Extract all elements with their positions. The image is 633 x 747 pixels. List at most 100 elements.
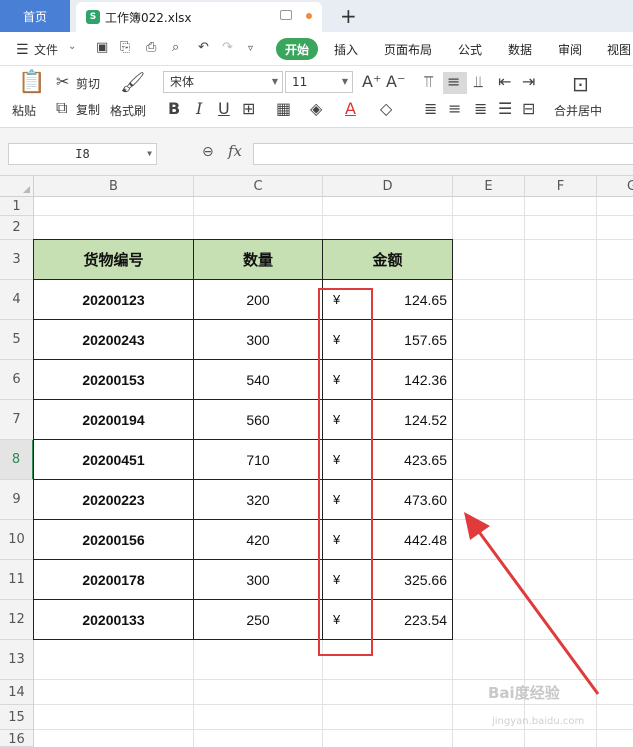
row-header-10[interactable]: 10 bbox=[0, 520, 34, 560]
column-header-d[interactable]: D bbox=[323, 176, 453, 197]
new-tab-plus-icon[interactable]: + bbox=[340, 4, 357, 28]
column-header-e[interactable]: E bbox=[453, 176, 525, 197]
align-left-icon[interactable]: ≣ bbox=[424, 99, 437, 118]
row-header-13[interactable]: 13 bbox=[0, 640, 34, 680]
cell-item-number[interactable]: 20200178 bbox=[34, 560, 194, 600]
cell-item-number[interactable]: 20200243 bbox=[34, 320, 194, 360]
increase-indent-icon[interactable]: ⇥ bbox=[522, 72, 535, 91]
row-header-9[interactable]: 9 bbox=[0, 480, 34, 520]
italic-icon[interactable]: I bbox=[196, 99, 202, 118]
row-header-6[interactable]: 6 bbox=[0, 360, 34, 400]
copy-icon[interactable]: ⧉ bbox=[56, 98, 67, 118]
font-size-select[interactable]: 11 ▼ bbox=[285, 71, 353, 93]
name-box[interactable]: I8 ▼ bbox=[8, 143, 157, 165]
align-center-icon[interactable]: ≡ bbox=[448, 99, 461, 118]
menu-data[interactable]: 数据 bbox=[508, 41, 532, 58]
column-header-f[interactable]: F bbox=[525, 176, 597, 197]
chevron-down-icon[interactable]: ⌄ bbox=[68, 41, 76, 52]
row-header-4[interactable]: 4 bbox=[0, 280, 34, 320]
spreadsheet-grid[interactable]: B C D E F G 1 2 3 4 5 6 7 8 9 10 11 12 1… bbox=[0, 176, 633, 747]
paste-icon[interactable]: 📋 bbox=[18, 70, 45, 95]
align-bottom-icon[interactable]: ⫫ bbox=[474, 72, 483, 92]
cell-quantity[interactable]: 300 bbox=[194, 320, 323, 360]
menu-formulas[interactable]: 公式 bbox=[458, 41, 482, 58]
customize-chevron-icon[interactable]: ▿ bbox=[248, 43, 253, 54]
decrease-font-icon[interactable]: A⁻ bbox=[386, 72, 405, 91]
menu-view[interactable]: 视图 bbox=[607, 41, 631, 58]
menu-insert[interactable]: 插入 bbox=[334, 41, 358, 58]
cell-quantity[interactable]: 420 bbox=[194, 520, 323, 560]
bold-icon[interactable]: B bbox=[168, 99, 180, 118]
fill-color-icon[interactable]: ◈ bbox=[310, 99, 322, 118]
align-right-icon[interactable]: ≣ bbox=[474, 99, 487, 118]
cell-quantity[interactable]: 560 bbox=[194, 400, 323, 440]
export-icon[interactable]: ⎘ bbox=[120, 40, 130, 55]
cell-item-number[interactable]: 20200194 bbox=[34, 400, 194, 440]
column-header-g[interactable]: G bbox=[597, 176, 633, 197]
font-name-select[interactable]: 宋体 ▼ bbox=[163, 71, 283, 93]
window-icon[interactable] bbox=[280, 10, 292, 20]
cell-item-number[interactable]: 20200451 bbox=[34, 440, 194, 480]
merge-center-icon[interactable]: ⊡ bbox=[572, 72, 589, 96]
format-painter-icon[interactable]: 🖌 bbox=[120, 70, 145, 94]
cell-item-number[interactable]: 20200223 bbox=[34, 480, 194, 520]
justify-icon[interactable]: ☰ bbox=[498, 99, 512, 118]
undo-icon[interactable]: ↶ bbox=[198, 40, 209, 55]
menu-start[interactable]: 开始 bbox=[276, 38, 318, 60]
distribute-icon[interactable]: ⊟ bbox=[522, 99, 535, 118]
row-header-12[interactable]: 12 bbox=[0, 600, 34, 640]
header-item-number[interactable]: 货物编号 bbox=[34, 240, 194, 280]
column-header-b[interactable]: B bbox=[34, 176, 194, 197]
decrease-indent-icon[interactable]: ⇤ bbox=[498, 72, 511, 91]
cell-quantity[interactable]: 320 bbox=[194, 480, 323, 520]
align-middle-icon[interactable]: ≡ bbox=[447, 72, 460, 91]
eraser-icon[interactable]: ◇ bbox=[380, 99, 392, 118]
hamburger-icon[interactable]: ☰ bbox=[16, 42, 29, 58]
cell-item-number[interactable]: 20200123 bbox=[34, 280, 194, 320]
header-amount[interactable]: 金额 bbox=[323, 240, 453, 280]
border-icon[interactable]: ⊞ bbox=[242, 99, 255, 118]
merge-center-button[interactable]: 合并居中 bbox=[554, 102, 602, 119]
row-header-2[interactable]: 2 bbox=[0, 216, 34, 240]
cell-quantity[interactable]: 540 bbox=[194, 360, 323, 400]
cell-quantity[interactable]: 250 bbox=[194, 600, 323, 640]
row-header-1[interactable]: 1 bbox=[0, 197, 34, 216]
tab-home[interactable]: 首页 bbox=[0, 0, 70, 32]
increase-font-icon[interactable]: A⁺ bbox=[362, 72, 381, 91]
copy-button[interactable]: 复制 bbox=[76, 101, 100, 118]
align-top-icon[interactable]: ⫪ bbox=[424, 72, 433, 92]
column-header-c[interactable]: C bbox=[194, 176, 323, 197]
redo-icon[interactable]: ↷ bbox=[222, 40, 233, 55]
font-color-icon[interactable]: A bbox=[345, 99, 356, 118]
cell-quantity[interactable]: 710 bbox=[194, 440, 323, 480]
print-icon[interactable]: ⎙ bbox=[146, 40, 156, 55]
zoom-search-icon[interactable]: ⊖ bbox=[202, 144, 214, 160]
scissors-icon[interactable]: ✂ bbox=[56, 72, 69, 91]
row-header-11[interactable]: 11 bbox=[0, 560, 34, 600]
row-header-5[interactable]: 5 bbox=[0, 320, 34, 360]
cell-item-number[interactable]: 20200153 bbox=[34, 360, 194, 400]
cut-button[interactable]: 剪切 bbox=[76, 75, 100, 92]
cell-item-number[interactable]: 20200156 bbox=[34, 520, 194, 560]
function-icon[interactable]: fx bbox=[228, 142, 242, 160]
row-header-16[interactable]: 16 bbox=[0, 730, 34, 747]
file-menu[interactable]: 文件 bbox=[34, 41, 58, 58]
cell-style-icon[interactable]: ▦ bbox=[276, 99, 291, 118]
menu-review[interactable]: 审阅 bbox=[558, 41, 582, 58]
underline-icon[interactable]: U bbox=[218, 99, 230, 118]
row-header-14[interactable]: 14 bbox=[0, 680, 34, 705]
cell-item-number[interactable]: 20200133 bbox=[34, 600, 194, 640]
format-painter-button[interactable]: 格式刷 bbox=[110, 102, 146, 119]
row-header-3[interactable]: 3 bbox=[0, 240, 34, 280]
select-all-corner[interactable] bbox=[0, 176, 34, 197]
row-header-15[interactable]: 15 bbox=[0, 705, 34, 730]
save-icon[interactable]: ▣ bbox=[96, 40, 108, 55]
row-header-8[interactable]: 8 bbox=[0, 440, 34, 480]
header-quantity[interactable]: 数量 bbox=[194, 240, 323, 280]
print-preview-icon[interactable]: ⌕ bbox=[172, 40, 179, 55]
cell-quantity[interactable]: 200 bbox=[194, 280, 323, 320]
cell-quantity[interactable]: 300 bbox=[194, 560, 323, 600]
tab-workbook[interactable]: S 工作簿022.xlsx bbox=[76, 2, 322, 32]
paste-button[interactable]: 粘贴 bbox=[12, 102, 36, 119]
row-header-7[interactable]: 7 bbox=[0, 400, 34, 440]
